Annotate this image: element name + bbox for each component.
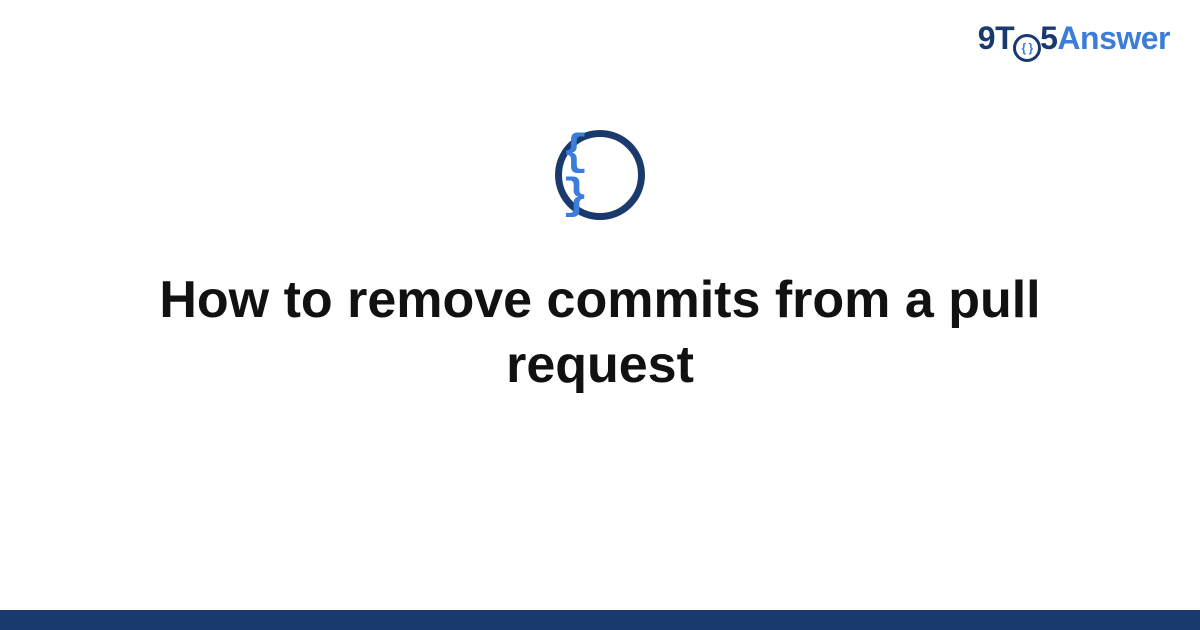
code-braces-icon: { } <box>555 130 645 220</box>
brand-text-part3: Answer <box>1057 20 1170 56</box>
brand-logo[interactable]: 9T{ }5Answer <box>978 20 1170 59</box>
brand-text-part1: 9T <box>978 20 1014 56</box>
brand-text-part2: 5 <box>1040 20 1057 56</box>
brand-o-icon: { } <box>1014 20 1040 59</box>
footer-accent-bar <box>0 610 1200 630</box>
main-content: { } How to remove commits from a pull re… <box>0 130 1200 398</box>
page-title: How to remove commits from a pull reques… <box>120 268 1080 398</box>
